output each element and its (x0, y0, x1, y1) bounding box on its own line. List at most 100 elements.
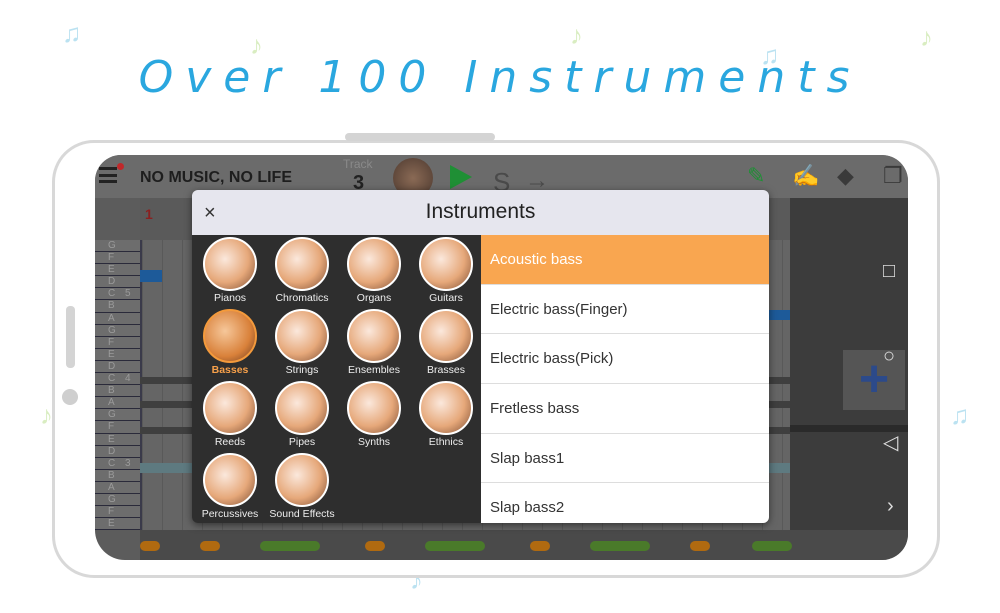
piano-key[interactable]: A (95, 397, 140, 410)
piano-key[interactable]: A (95, 482, 140, 494)
play-icon[interactable] (450, 165, 472, 189)
piano-key[interactable]: F (95, 337, 140, 349)
note-block[interactable] (140, 270, 162, 282)
piano-key[interactable]: F (95, 421, 140, 434)
instrument-list: Acoustic bass Electric bass(Finger) Electr… (481, 235, 769, 523)
instrument-item[interactable]: Electric bass(Finger) (481, 285, 769, 335)
menu-icon[interactable] (99, 167, 117, 183)
recent-apps-icon[interactable]: □ (883, 260, 895, 283)
piano-key[interactable]: C3 (95, 458, 140, 470)
key-note-label: G (108, 493, 116, 505)
piano-key[interactable]: D (95, 446, 140, 458)
category-label: Guitars (429, 292, 463, 304)
category-label: Reeds (214, 436, 246, 448)
key-note-label: G (108, 409, 116, 421)
key-note-label: A (108, 397, 115, 409)
piano-key[interactable]: D (95, 276, 140, 289)
key-note-label: A (108, 312, 115, 324)
eraser-icon[interactable]: ◆ (837, 163, 854, 189)
category-percussives[interactable]: Percussives (194, 451, 266, 523)
phone-side-button (66, 306, 75, 368)
category-label: Sound Effects (269, 508, 335, 520)
category-label: Brasses (427, 364, 465, 376)
piano-key[interactable]: F (95, 252, 140, 265)
piano-key[interactable]: G (95, 325, 140, 337)
track-overview-lane[interactable] (140, 530, 908, 560)
track-segment (140, 541, 160, 551)
category-brasses[interactable]: Brasses (410, 307, 482, 379)
category-image-icon (275, 381, 329, 435)
piano-key[interactable]: G (95, 493, 140, 507)
category-label: Ensembles (348, 364, 400, 376)
key-note-label: E (108, 348, 115, 360)
category-label: Basses (211, 364, 249, 376)
category-synths[interactable]: Synths (338, 379, 410, 451)
category-pianos[interactable]: Pianos (194, 235, 266, 307)
category-image-icon (419, 381, 473, 435)
piano-key[interactable]: B (95, 300, 140, 313)
instrument-item[interactable]: Slap bass2 (481, 483, 769, 523)
track-segment (690, 541, 710, 551)
instrument-item[interactable]: Electric bass(Pick) (481, 334, 769, 385)
instrument-item[interactable]: Slap bass1 (481, 434, 769, 484)
piano-key[interactable]: D (95, 361, 140, 374)
key-note-label: G (108, 240, 116, 251)
back-icon[interactable]: ◁ (883, 430, 898, 455)
category-reeds[interactable]: Reeds (194, 379, 266, 451)
home-icon[interactable]: ○ (883, 345, 895, 368)
music-note-decoration: ♫ (62, 18, 82, 48)
piano-keyboard[interactable]: GFEDC5BAGFEDC4BAGFEDC3BAGFE (95, 240, 140, 531)
track-segment (200, 541, 220, 551)
brush-icon[interactable]: ✍ (792, 163, 819, 189)
key-note-label: E (108, 518, 115, 530)
key-note-label: B (108, 385, 115, 397)
dialog-title: Instruments (425, 200, 536, 223)
piano-key[interactable]: E (95, 434, 140, 446)
add-note-button[interactable]: + (843, 350, 905, 410)
phone-speaker (345, 133, 495, 141)
instrument-item[interactable]: Fretless bass (481, 384, 769, 434)
key-note-label: C (108, 373, 116, 385)
category-label: Pianos (213, 292, 247, 304)
instrument-item[interactable]: Acoustic bass (481, 235, 769, 285)
category-ensembles[interactable]: Ensembles (338, 307, 410, 379)
piano-key[interactable]: E (95, 264, 140, 277)
chevron-right-icon[interactable]: › (887, 495, 894, 518)
category-image-icon (203, 237, 257, 291)
track-label: Track (343, 157, 373, 171)
song-title[interactable]: NO MUSIC, NO LIFE (140, 169, 292, 187)
category-sound-effects[interactable]: Sound Effects (266, 451, 338, 523)
key-note-label: D (108, 276, 116, 288)
piano-key[interactable]: A (95, 313, 140, 325)
category-basses[interactable]: Basses (194, 307, 266, 379)
octave-label: 5 (125, 288, 131, 300)
pencil-icon[interactable]: ✎ (747, 163, 765, 189)
record-indicator (117, 163, 124, 170)
instruments-dialog: × Instruments Pianos Chromatics Organs Guit… (192, 190, 769, 523)
category-image-icon (347, 381, 401, 435)
category-image-icon (419, 237, 473, 291)
category-pipes[interactable]: Pipes (266, 379, 338, 451)
piano-key[interactable]: E (95, 518, 140, 531)
category-chromatics[interactable]: Chromatics (266, 235, 338, 307)
category-ethnics[interactable]: Ethnics (410, 379, 482, 451)
piano-key[interactable]: F (95, 506, 140, 519)
key-note-label: F (108, 506, 115, 518)
category-label: Organs (356, 292, 392, 304)
piano-key[interactable]: B (95, 470, 140, 482)
category-organs[interactable]: Organs (338, 235, 410, 307)
piano-key[interactable]: C5 (95, 288, 140, 301)
piano-key[interactable]: G (95, 240, 140, 253)
category-label: Pipes (288, 436, 316, 448)
track-segment (425, 541, 485, 551)
piano-key[interactable]: C4 (95, 373, 140, 386)
piano-key[interactable]: B (95, 385, 140, 398)
category-strings[interactable]: Strings (266, 307, 338, 379)
key-note-label: G (108, 324, 116, 336)
piano-key[interactable]: E (95, 349, 140, 361)
copy-icon[interactable]: ❐ (883, 163, 903, 189)
piano-key[interactable]: G (95, 409, 140, 422)
instrument-categories: Pianos Chromatics Organs Guitars Basses Strin… (192, 235, 481, 523)
key-note-label: E (108, 433, 115, 445)
category-guitars[interactable]: Guitars (410, 235, 482, 307)
